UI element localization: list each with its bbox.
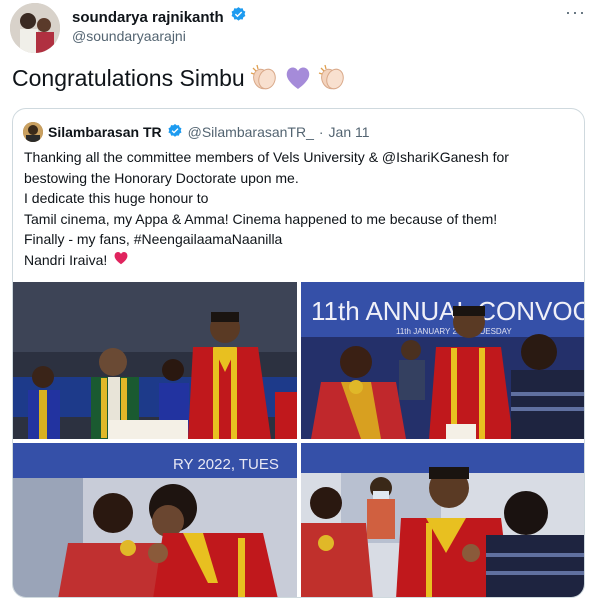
banner-text-3: RY 2022, TUES <box>173 456 279 473</box>
quoted-text-line: Thanking all the committee members of Ve… <box>24 149 509 165</box>
banner-text-1: 11th ANNUAL CONVOCATION <box>311 296 585 326</box>
photo-grid: 11th ANNUAL CONVOCATION 11th JANUARY 202… <box>13 282 585 597</box>
clapping-hands-icon <box>317 64 347 92</box>
quoted-text-line: bestowing the Honorary Doctorate upon me… <box>24 169 299 186</box>
quoted-tweet-card[interactable]: Silambarasan TR @SilambarasanTR_ · Jan 1… <box>12 108 585 598</box>
author-avatar[interactable] <box>10 3 60 53</box>
quoted-text-line: Nandri Iraiva! <box>24 252 108 268</box>
clapping-hands-icon <box>249 64 279 92</box>
quoted-tweet-header: Silambarasan TR @SilambarasanTR_ · Jan 1… <box>23 122 370 142</box>
quoted-text-line: Tamil cinema, my Appa & Amma! Cinema hap… <box>24 210 498 227</box>
meta-separator: · <box>318 124 324 140</box>
verified-badge-icon <box>167 123 183 142</box>
author-avatar-image <box>10 3 60 53</box>
quoted-author-avatar[interactable] <box>23 122 43 142</box>
photo-2[interactable]: 11th ANNUAL CONVOCATION 11th JANUARY 202… <box>301 282 585 439</box>
verified-badge-icon <box>230 6 247 28</box>
quoted-text-line: I dedicate this huge honour to <box>24 190 209 206</box>
quoted-author-handle[interactable]: @SilambarasanTR_ <box>188 124 314 140</box>
author-display-name[interactable]: soundarya rajnikanth <box>72 9 224 26</box>
quoted-author-name[interactable]: Silambarasan TR <box>48 124 162 140</box>
photo-4[interactable] <box>301 443 584 597</box>
more-options-button[interactable]: ··· <box>565 2 586 23</box>
photo-1[interactable] <box>13 282 297 439</box>
author-handle[interactable]: @soundaryaarajni <box>72 28 186 44</box>
quoted-text-line: Finally - my fans, #NeengailaamaNaanilla <box>24 231 283 247</box>
quoted-tweet-text: Thanking all the committee members of Ve… <box>24 147 569 271</box>
tweet-text-content: Congratulations Simbu <box>12 64 245 91</box>
tweet-text: Congratulations Simbu <box>12 64 347 92</box>
author-name-row: soundarya rajnikanth <box>72 6 247 28</box>
red-heart-icon <box>112 250 130 272</box>
purple-heart-icon <box>283 64 313 92</box>
quoted-text-line-last: Nandri Iraiva! <box>24 250 569 272</box>
quoted-tweet-date[interactable]: Jan 11 <box>329 124 370 140</box>
banner-text-2: 11th JANUARY 2022, TUESDAY <box>396 327 512 336</box>
photo-3[interactable]: RY 2022, TUES <box>13 443 297 597</box>
